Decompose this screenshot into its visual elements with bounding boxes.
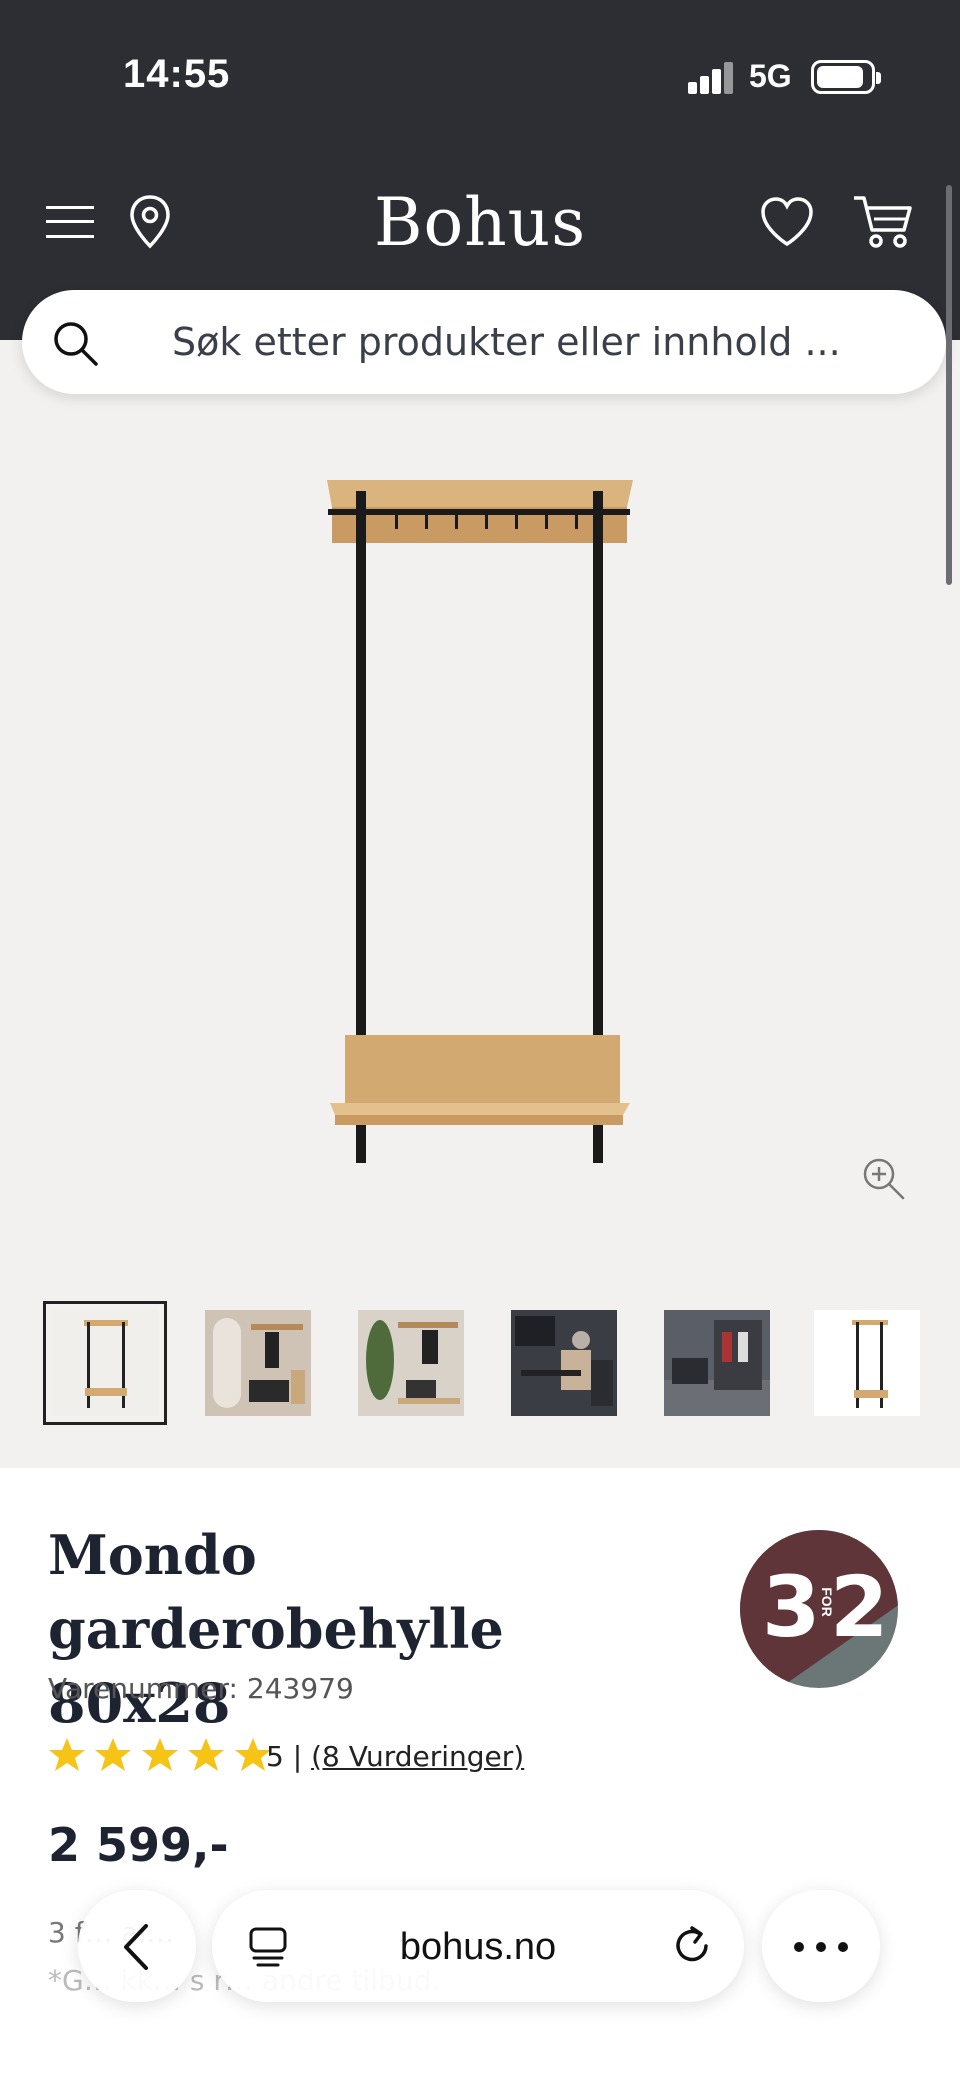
thumbnail-2[interactable] [205,1310,311,1416]
zoom-icon[interactable] [860,1155,906,1201]
chevron-left-icon [124,1924,148,1970]
rating-separator: | [292,1740,303,1773]
product-title: Mondo garderobehylle 80x28 [48,1523,504,1735]
thumbnail-5[interactable] [664,1310,770,1416]
url-text: bohus.no [399,1926,557,1968]
star-icon [141,1736,179,1774]
bohus-logo[interactable]: Bohus [0,184,960,261]
product-sku: Varenummer: 243979 [48,1672,354,1705]
signal-icon [688,62,734,94]
more-button[interactable] [762,1890,880,2002]
thumbnail-1[interactable] [43,1301,167,1425]
search-input[interactable]: Søk etter produkter eller innhold ... [172,320,841,364]
rating-stars [48,1736,276,1776]
badge-left-number: 3 [762,1558,821,1656]
badge-right-number: 2 [830,1558,889,1656]
star-icon [187,1736,225,1774]
product-main-image[interactable] [0,395,960,1255]
rating-summary: 5 | (8 Vurderinger) [266,1740,524,1773]
back-button[interactable] [78,1890,196,2002]
thumbnail-6[interactable] [814,1310,920,1416]
search-icon [54,322,98,366]
thumbnail-strip [0,1300,960,1425]
status-bar: 14:55 5G [0,0,960,160]
3-for-2-badge: 3 FOR 2 [740,1530,898,1688]
more-dots-icon [794,1942,848,1952]
thumbnail-3[interactable] [358,1310,464,1416]
app-header: 14:55 5G Bohus [0,0,960,340]
reload-icon[interactable] [670,1924,714,1968]
nav-row: Bohus [0,170,960,280]
star-icon [94,1736,132,1774]
search-bar[interactable]: Søk etter produkter eller innhold ... [22,290,946,394]
network-type: 5G [749,58,792,94]
star-icon [48,1736,86,1774]
cart-icon[interactable] [852,192,914,250]
browser-toolbar: bohus.no [0,1880,960,2020]
address-bar[interactable]: bohus.no [212,1890,744,2002]
status-time: 14:55 [123,52,231,96]
wishlist-heart-icon[interactable] [758,194,816,250]
reviews-link[interactable]: (8 Vurderinger) [311,1740,524,1773]
rating-value: 5 [266,1740,284,1773]
thumbnail-4[interactable] [511,1310,617,1416]
product-price: 2 599,- [48,1818,229,1872]
battery-icon [811,60,881,94]
